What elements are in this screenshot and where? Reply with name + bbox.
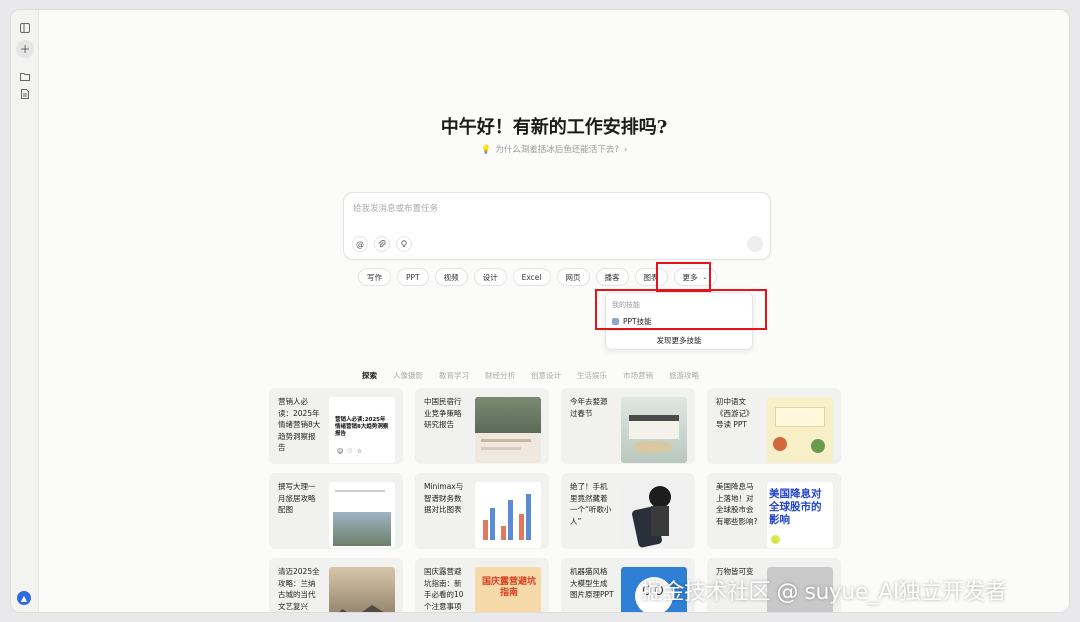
tab-lifestyle[interactable]: 生活娱乐 — [577, 370, 607, 381]
explore-card[interactable]: 今年去婺源过春节 — [561, 388, 695, 464]
card-title: 清迈2025全攻略：兰纳古城的当代文艺复兴 — [278, 567, 320, 611]
report-cover-thumbnail: 营销人必读:2025年情绪营销8大趋势洞察报告 ☺♡☆ — [329, 397, 395, 463]
card-title: 机器猫风格大模型生成图片原理PPT — [570, 567, 614, 599]
card-title: 撰写大理一月旅居攻略配图 — [278, 482, 316, 514]
sidebar: + ▲ — [11, 10, 39, 612]
chip-webpage[interactable]: 网页 — [556, 268, 590, 286]
folder-icon[interactable] — [16, 67, 34, 85]
journey-west-slide-thumbnail — [767, 397, 833, 463]
document-icon[interactable] — [16, 85, 34, 103]
dropdown-divider — [606, 330, 752, 331]
chiangmai-mountain-thumbnail — [329, 567, 395, 612]
tab-travel[interactable]: 旅游攻略 — [669, 370, 699, 381]
thumbnail-title: 营销人必读:2025年情绪营销8大趋势洞察报告 — [335, 417, 389, 437]
idea-bulb-icon[interactable] — [396, 236, 412, 252]
chip-writing[interactable]: 写作 — [358, 268, 391, 286]
tab-portrait[interactable]: 人像摄影 — [393, 370, 423, 381]
chip-video[interactable]: 视频 — [434, 268, 468, 286]
card-title: 中国民宿行业竞争策略研究报告 — [424, 397, 462, 429]
wuyuan-village-thumbnail — [621, 397, 687, 463]
tab-explore[interactable]: 探索 — [362, 370, 377, 381]
attachment-clip-icon[interactable] — [374, 236, 390, 252]
emoji-icons-row: ☺♡☆ — [337, 448, 367, 455]
app-window: + ▲ 中午好！有新的工作安排吗? 💡 为什么涮羞括冰后鱼还能活下去? › 给我发消… — [10, 9, 1070, 613]
chip-excel[interactable]: Excel — [512, 268, 551, 286]
card-title: 国庆露营避坑指南：新手必看的10个注意事项 — [424, 567, 464, 611]
watermark-text: 掘金技术社区 @ suyue_AI独立开发者 — [641, 580, 1007, 605]
explore-card[interactable]: Minimax与智谱财务数据对比图表 — [415, 473, 549, 549]
explore-card[interactable]: 国庆露营避坑指南：新手必看的10个注意事项 国庆露营避坑指南 — [415, 558, 549, 612]
explore-card[interactable]: 绝了！手机里竟然藏着一个“听歌小人” — [561, 473, 695, 549]
send-button[interactable] — [747, 236, 763, 252]
chevron-right-icon: › — [623, 145, 628, 155]
suggested-question[interactable]: 💡 为什么涮羞括冰后鱼还能活下去? › — [39, 143, 1069, 155]
user-avatar[interactable]: ▲ — [17, 591, 31, 605]
chip-podcast[interactable]: 播客 — [595, 268, 629, 286]
card-title: 营销人必读：2025年情绪营销8大趋势洞察报告 — [278, 397, 321, 452]
dali-building-thumbnail — [329, 482, 395, 548]
message-input-placeholder: 给我发消息或布置任务 — [353, 204, 439, 214]
explore-card[interactable]: 撰写大理一月旅居攻略配图 — [269, 473, 403, 549]
bar-chart-thumbnail — [475, 482, 541, 548]
card-title: Minimax与智谱财务数据对比图表 — [424, 482, 464, 514]
sidebar-toggle-icon[interactable] — [16, 19, 34, 37]
greeting-title: 中午好！有新的工作安排吗? — [440, 117, 668, 138]
highlight-box-more — [656, 262, 711, 292]
explore-card[interactable]: 初中语文《西游记》导读 PPT — [707, 388, 841, 464]
tab-finance[interactable]: 财经分析 — [485, 370, 515, 381]
highlight-box-dropdown — [595, 289, 767, 330]
thumbnail-title: 美国降息对全球股市的影响 — [769, 488, 822, 526]
discover-more-skills-link[interactable]: 发现更多技能 — [606, 335, 752, 346]
explore-card[interactable]: 清迈2025全攻略：兰纳古城的当代文艺复兴 — [269, 558, 403, 612]
phone-figure-thumbnail — [621, 482, 687, 548]
chip-ppt[interactable]: PPT — [397, 268, 429, 286]
card-title: 绝了！手机里竟然藏着一个“听歌小人” — [570, 482, 612, 526]
lightbulb-icon: 💡 — [480, 145, 492, 155]
thumbnail-title: 国庆露营避坑指南 — [481, 577, 536, 598]
rate-cut-poster-thumbnail: 美国降息对全球股市的影响 — [767, 482, 833, 548]
explore-card[interactable]: 中国民宿行业竞争策略研究报告 — [415, 388, 549, 464]
card-title: 初中语文《西游记》导读 PPT — [716, 397, 754, 429]
new-task-plus-icon[interactable]: + — [16, 40, 34, 58]
mention-icon[interactable]: @ — [352, 236, 368, 252]
message-input-box[interactable]: 给我发消息或布置任务 @ — [343, 192, 771, 260]
tab-marketing[interactable]: 市场营销 — [623, 370, 653, 381]
tab-creative-design[interactable]: 创意设计 — [531, 370, 561, 381]
suggested-question-text: 为什么涮羞括冰后鱼还能活下去? — [495, 145, 619, 155]
tab-education[interactable]: 教育学习 — [439, 370, 469, 381]
category-tabs: 探索 人像摄影 教育学习 财经分析 创意设计 生活娱乐 市场营销 旅游攻略 — [362, 370, 699, 381]
chip-design[interactable]: 设计 — [473, 268, 507, 286]
card-title: 今年去婺源过春节 — [570, 397, 608, 418]
explore-card[interactable]: 营销人必读：2025年情绪营销8大趋势洞察报告 营销人必读:2025年情绪营销8… — [269, 388, 403, 464]
card-title: 美国降息马上落地！对全球股市会有哪些影响? — [716, 482, 758, 526]
explore-card[interactable]: 美国降息马上落地！对全球股市会有哪些影响? 美国降息对全球股市的影响 — [707, 473, 841, 549]
camping-guide-thumbnail: 国庆露营避坑指南 — [475, 567, 541, 612]
homestay-report-thumbnail — [475, 397, 541, 463]
